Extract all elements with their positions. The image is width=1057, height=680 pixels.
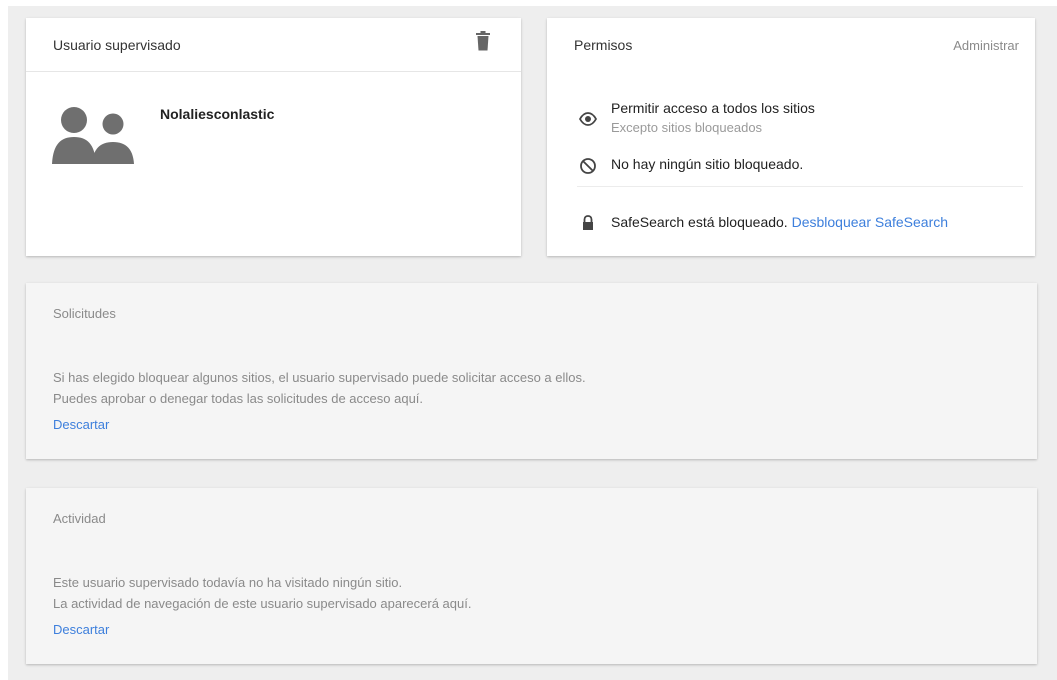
manage-permissions-link[interactable]: Administrar bbox=[953, 38, 1019, 53]
activity-description-line2: La actividad de navegación de este usuar… bbox=[53, 596, 472, 611]
permissions-title: Permisos bbox=[574, 37, 633, 53]
dashboard-canvas: Usuario supervisado Nolaliesconlastic Pe… bbox=[8, 6, 1057, 680]
permission-safesearch-text: SafeSearch está bloqueado. Desbloquear S… bbox=[611, 214, 948, 230]
supervised-user-title: Usuario supervisado bbox=[53, 37, 181, 53]
activity-description-line1: Este usuario supervisado todavía no ha v… bbox=[53, 575, 403, 590]
activity-card: Actividad Este usuario supervisado todav… bbox=[26, 488, 1037, 664]
supervised-user-avatar-icon bbox=[52, 107, 134, 164]
permissions-card-header: Permisos Administrar bbox=[547, 18, 1035, 72]
block-icon bbox=[580, 158, 596, 174]
supervised-user-name: Nolaliesconlastic bbox=[160, 106, 275, 122]
requests-card: Solicitudes Si has elegido bloquear algu… bbox=[26, 283, 1037, 459]
activity-dismiss-link[interactable]: Descartar bbox=[53, 622, 109, 637]
lock-icon bbox=[583, 215, 593, 230]
permission-allow-all-label: Permitir acceso a todos los sitios bbox=[611, 100, 815, 116]
trash-icon[interactable] bbox=[475, 31, 491, 51]
supervised-user-card-header: Usuario supervisado bbox=[26, 18, 521, 72]
safesearch-status-label: SafeSearch está bloqueado. bbox=[611, 214, 788, 230]
unlock-safesearch-link[interactable]: Desbloquear SafeSearch bbox=[792, 214, 948, 230]
permission-allow-all-sublabel: Excepto sitios bloqueados bbox=[611, 120, 763, 135]
permissions-divider bbox=[577, 186, 1023, 187]
requests-title: Solicitudes bbox=[53, 306, 116, 321]
eye-icon bbox=[579, 112, 597, 126]
activity-title: Actividad bbox=[53, 511, 106, 526]
permission-blocked-label: No hay ningún sitio bloqueado. bbox=[611, 156, 804, 172]
supervised-user-card: Usuario supervisado Nolaliesconlastic bbox=[26, 18, 521, 256]
requests-dismiss-link[interactable]: Descartar bbox=[53, 417, 109, 432]
requests-description-line1: Si has elegido bloquear algunos sitios, … bbox=[53, 370, 586, 385]
requests-description-line2: Puedes aprobar o denegar todas las solic… bbox=[53, 391, 424, 406]
permissions-card: Permisos Administrar Permitir acceso a t… bbox=[547, 18, 1035, 256]
